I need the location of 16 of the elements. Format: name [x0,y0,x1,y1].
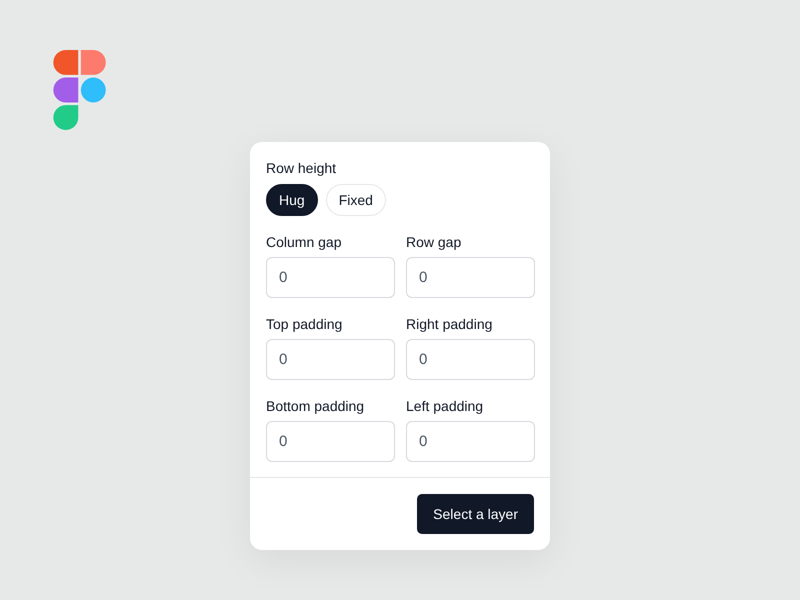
input-field[interactable]: 0 [406,421,535,462]
segment-option[interactable]: Fixed [326,184,386,216]
field-label: Row height [266,159,338,178]
field-label: Top padding [266,315,344,334]
input-field[interactable]: 0 [406,257,535,298]
field-label: Left padding [406,397,484,416]
field-label: Column gap [266,233,342,252]
input-field[interactable]: 0 [406,339,535,380]
segment-option[interactable]: Hug [266,184,318,216]
input-field[interactable]: 0 [266,339,395,380]
select-layer-button[interactable]: Select a layer [417,494,534,534]
field-label: Row gap [406,233,462,252]
input-field[interactable]: 0 [266,421,395,462]
field-label: Bottom padding [266,397,366,416]
input-field[interactable]: 0 [266,257,395,298]
field-label: Right padding [406,315,494,334]
